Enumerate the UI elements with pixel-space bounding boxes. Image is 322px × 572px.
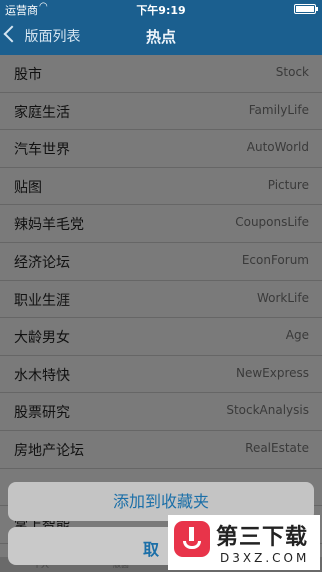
board-code: StockAnalysis	[226, 403, 309, 418]
list-item[interactable]: 贴图 Picture	[0, 168, 322, 206]
board-name: 家庭生活	[14, 104, 70, 121]
download-logo-icon	[174, 521, 210, 557]
watermark-site: D3XZ.COM	[220, 551, 310, 565]
board-name: 大龄男女	[14, 330, 70, 347]
board-name: 贴图	[14, 179, 42, 196]
list-item[interactable]: 股票研究 StockAnalysis	[0, 393, 322, 431]
board-code: WorkLife	[256, 290, 309, 305]
board-code: FamilyLife	[248, 102, 309, 117]
list-item[interactable]: 经济论坛 EconForum	[0, 243, 322, 281]
board-list: 股市 Stock 家庭生活 FamilyLife 汽车世界 AutoWorld 贴图 Pict…	[0, 55, 322, 544]
board-code: RealEstate	[245, 440, 309, 455]
board-name: 股票研究	[14, 405, 70, 422]
board-name: 经济论坛	[14, 254, 70, 271]
list-item[interactable]: 辣妈羊毛党 CouponsLife	[0, 205, 322, 243]
board-code: NewExpress	[235, 365, 309, 380]
board-name: 股市	[14, 67, 42, 83]
list-item[interactable]: 股市 Stock	[0, 55, 322, 93]
list-item[interactable]: 大龄男女 Age	[0, 318, 322, 356]
board-name: 汽车世界	[14, 142, 70, 159]
board-code: AutoWorld	[246, 140, 309, 155]
board-name: 房地产论坛	[14, 442, 84, 459]
board-name: 辣妈羊毛党	[14, 217, 84, 234]
battery-icon	[294, 4, 318, 14]
board-code: EconForum	[241, 252, 309, 267]
board-code: Stock	[275, 65, 309, 79]
status-bar: 运营商 ◠ 下午9:19	[0, 0, 322, 18]
watermark-title: 第三下载	[216, 525, 309, 550]
nav-bar: 版面列表 热点	[0, 18, 322, 55]
cancel-label: 取	[143, 540, 160, 559]
list-item[interactable]: 房地产论坛 RealEstate	[0, 431, 322, 469]
list-item[interactable]: 职业生涯 WorkLife	[0, 281, 322, 319]
board-name: 职业生涯	[14, 292, 70, 309]
status-time: 下午9:19	[136, 4, 186, 17]
page-title: 热点	[145, 28, 176, 46]
board-code: CouponsLife	[235, 215, 309, 230]
list-item[interactable]: 水木特快 NewExpress	[0, 356, 322, 394]
watermark: 第三下载 D3XZ.COM	[168, 515, 320, 570]
board-name: 水木特快	[14, 367, 70, 384]
board-code: Picture	[267, 177, 309, 192]
list-item[interactable]: 汽车世界 AutoWorld	[0, 130, 322, 168]
list-item[interactable]: 家庭生活 FamilyLife	[0, 93, 322, 131]
board-code: Age	[285, 328, 309, 343]
